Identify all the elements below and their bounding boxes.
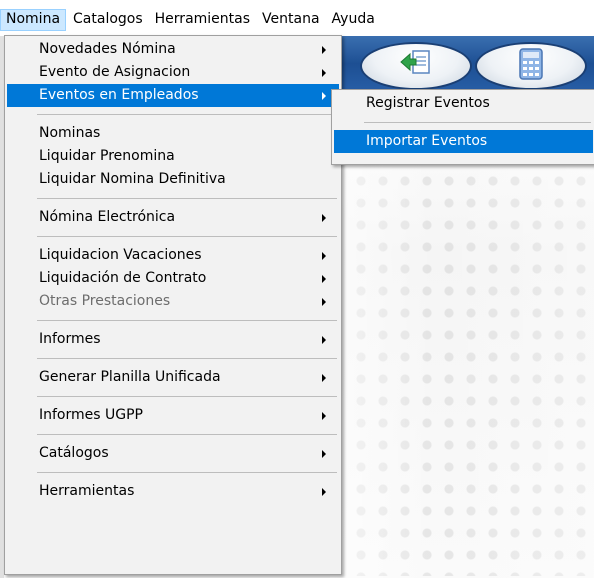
menu-separator [37,198,337,199]
menu-item-importar-eventos[interactable]: Importar Eventos [334,130,593,153]
submenu-arrow-icon [322,412,326,420]
menu-item-liquidar-nomina-definitiva[interactable]: Liquidar Nomina Definitiva [7,168,339,191]
toolbar-calculator-button[interactable] [475,42,587,90]
menu-item-label: Informes UGPP [39,407,143,423]
submenu-arrow-icon [322,450,326,458]
menu-separator [37,358,337,359]
menu-item-label: Liquidación de Contrato [39,270,207,286]
menu-item-catalogos[interactable]: Catálogos [7,442,339,465]
menubar: Nomina Catalogos Herramientas Ventana Ayuda [0,0,594,36]
menu-separator [37,396,337,397]
menu-item-label: Nómina Electrónica [39,209,176,225]
submenu-arrow-icon [322,374,326,382]
menu-item-eventos-en-empleados[interactable]: Eventos en Empleados [7,84,339,107]
menu-item-label: Evento de Asignacion [39,64,191,80]
menu-item-label: Importar Eventos [366,133,488,149]
menu-item-nomina-electronica[interactable]: Nómina Electrónica [7,206,339,229]
submenu-arrow-icon [322,69,326,77]
menu-item-otras-prestaciones: Otras Prestaciones [7,290,339,313]
menu-item-nominas[interactable]: Nominas [7,122,339,145]
toolbar-import-button[interactable] [360,42,472,90]
menu-item-label: Eventos en Empleados [39,87,199,103]
nomina-menu: Novedades Nómina Evento de Asignacion Even… [4,35,342,575]
menu-item-herramientas[interactable]: Herramientas [7,480,339,503]
submenu-arrow-icon [322,252,326,260]
submenu-arrow-icon [322,46,326,54]
eventos-en-empleados-submenu: Registrar Eventos Importar Eventos [331,89,594,165]
menubar-item-nomina[interactable]: Nomina [0,9,67,31]
menu-item-label: Herramientas [39,483,135,499]
menu-item-label: Registrar Eventos [366,95,490,111]
menu-item-label: Nominas [39,125,101,141]
menu-separator [37,320,337,321]
menu-separator [37,472,337,473]
menu-item-label: Generar Planilla Unificada [39,369,221,385]
import-document-icon [399,49,433,83]
submenu-arrow-icon [322,488,326,496]
menu-item-label: Liquidar Prenomina [39,148,175,164]
menu-separator [37,434,337,435]
menu-item-informes[interactable]: Informes [7,328,339,351]
menu-item-liquidar-prenomina[interactable]: Liquidar Prenomina [7,145,339,168]
menu-item-label: Liquidar Nomina Definitiva [39,171,226,187]
menu-item-label: Catálogos [39,445,109,461]
menubar-item-ventana[interactable]: Ventana [257,9,325,31]
menu-item-novedades-nomina[interactable]: Novedades Nómina [7,38,339,61]
submenu-arrow-icon [322,298,326,306]
menu-item-liquidacion-vacaciones[interactable]: Liquidacion Vacaciones [7,244,339,267]
menu-item-evento-de-asignacion[interactable]: Evento de Asignacion [7,61,339,84]
menu-item-label: Liquidacion Vacaciones [39,247,202,263]
submenu-arrow-icon [322,92,326,100]
menu-separator [364,122,591,123]
submenu-arrow-icon [322,336,326,344]
menubar-item-catalogos[interactable]: Catalogos [68,9,148,31]
submenu-arrow-icon [322,214,326,222]
menubar-item-herramientas[interactable]: Herramientas [150,9,255,31]
menu-item-label: Otras Prestaciones [39,293,171,309]
menu-item-informes-ugpp[interactable]: Informes UGPP [7,404,339,427]
menu-separator [37,114,337,115]
submenu-arrow-icon [322,275,326,283]
menu-item-generar-planilla-unificada[interactable]: Generar Planilla Unificada [7,366,339,389]
calculator-icon [518,48,544,84]
menu-item-label: Informes [39,331,101,347]
menu-item-liquidacion-de-contrato[interactable]: Liquidación de Contrato [7,267,339,290]
background-fade [330,98,594,578]
menu-item-label: Novedades Nómina [39,41,176,57]
menubar-item-ayuda[interactable]: Ayuda [327,9,380,31]
menu-separator [37,236,337,237]
menu-item-registrar-eventos[interactable]: Registrar Eventos [334,92,593,115]
